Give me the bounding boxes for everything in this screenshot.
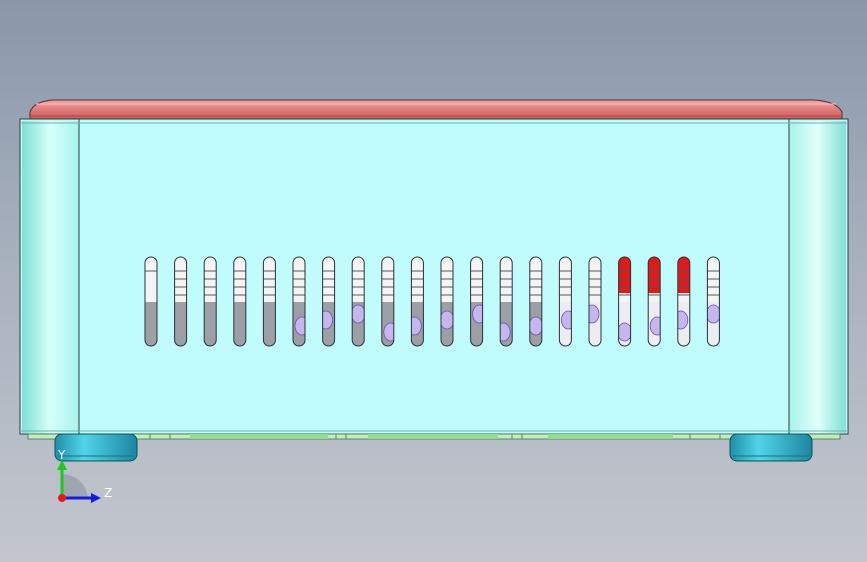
vent-slot [144,256,158,347]
vent-slot [262,256,276,347]
foot-left[interactable] [54,433,138,462]
vent-slot [351,256,365,347]
foot-right[interactable] [729,433,813,462]
vent-slot [440,256,454,347]
vent-slot [529,256,543,347]
vent-slot [706,256,720,347]
vent-slot [174,256,188,347]
base-plate [27,433,841,440]
vent-slot [233,256,247,347]
enclosure-lid[interactable] [29,99,843,120]
vent-slot [203,256,217,347]
enclosure-body[interactable] [19,118,849,435]
y-axis-label: Y [57,448,66,462]
vent-slot [618,256,632,347]
cad-viewport[interactable]: Y Z [0,0,867,562]
z-axis-label: Z [104,486,112,500]
